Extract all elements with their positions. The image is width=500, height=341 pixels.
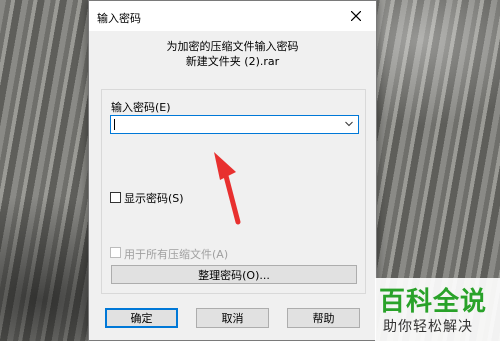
watermark: 百科全说 助你轻松解决 — [375, 278, 500, 341]
show-password-label[interactable]: 显示密码(S) — [124, 190, 184, 206]
red-arrow-icon — [214, 152, 241, 225]
chevron-down-icon[interactable] — [345, 121, 353, 127]
show-password-checkbox[interactable] — [110, 192, 121, 203]
use-for-all-checkbox[interactable] — [110, 247, 121, 258]
use-for-all-label[interactable]: 用于所有压缩文件(A) — [124, 246, 228, 262]
dialog-header: 为加密的压缩文件输入密码 新建文件夹 (2).rar — [89, 39, 376, 69]
header-prompt: 为加密的压缩文件输入密码 — [166, 40, 299, 53]
text-caret — [114, 119, 115, 130]
ok-label: 确定 — [130, 312, 153, 325]
archive-name: 新建文件夹 (2).rar — [185, 55, 280, 68]
organize-passwords-button[interactable]: 整理密码(O)... — [111, 265, 357, 284]
organize-passwords-label: 整理密码(O)... — [198, 268, 270, 282]
password-label: 输入密码(E) — [111, 101, 171, 114]
close-button[interactable] — [336, 1, 376, 31]
title-bar: 输入密码 — [89, 1, 376, 31]
password-input[interactable] — [110, 115, 359, 134]
dialog-title: 输入密码 — [97, 12, 141, 25]
close-icon — [351, 11, 361, 21]
cancel-button[interactable]: 取消 — [196, 308, 269, 328]
help-button[interactable]: 帮助 — [287, 308, 360, 328]
ok-button[interactable]: 确定 — [105, 308, 178, 328]
cancel-label: 取消 — [221, 312, 244, 325]
help-label: 帮助 — [312, 312, 335, 325]
watermark-title: 百科全说 — [379, 287, 488, 317]
watermark-subtitle: 助你轻松解决 — [383, 319, 473, 335]
